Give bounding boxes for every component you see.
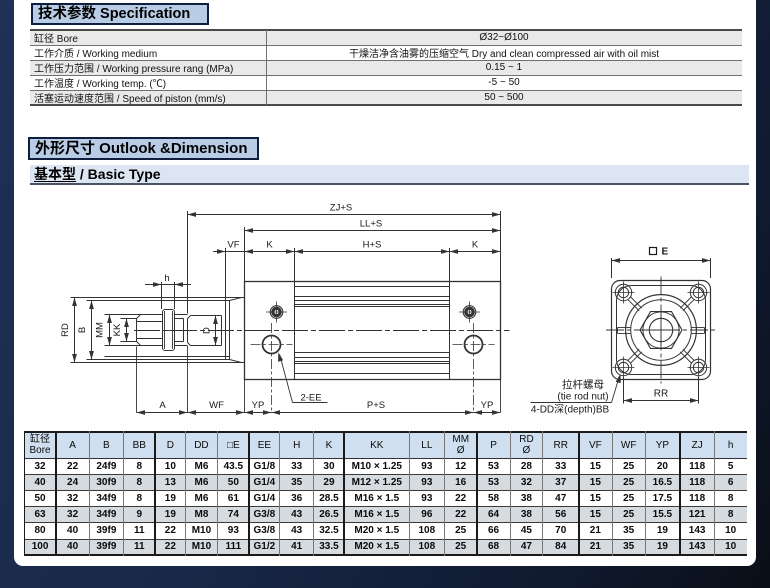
svg-text:MM: MM [95, 322, 106, 338]
svg-text:RD: RD [60, 323, 71, 337]
svg-text:拉杆螺母: 拉杆螺母 [562, 378, 604, 391]
svg-text:(tie rod nut): (tie rod nut) [557, 392, 608, 403]
svg-text:LL+S: LL+S [360, 219, 382, 230]
svg-text:K: K [472, 240, 479, 251]
svg-text:A: A [159, 400, 166, 411]
svg-text:KK: KK [112, 323, 123, 336]
svg-text:2-EE: 2-EE [300, 393, 321, 404]
svg-text:RR: RR [654, 389, 668, 400]
svg-text:E: E [662, 247, 669, 258]
svg-text:YP: YP [252, 400, 265, 411]
svg-text:ZJ+S: ZJ+S [330, 203, 352, 214]
svg-text:B: B [77, 327, 88, 333]
svg-text:h: h [164, 273, 169, 284]
svg-text:WF: WF [209, 400, 224, 411]
svg-text:H+S: H+S [363, 240, 382, 251]
svg-text:4-DD深(depth)BB: 4-DD深(depth)BB [531, 404, 610, 416]
svg-text:K: K [266, 240, 273, 251]
svg-text:P+S: P+S [367, 400, 385, 411]
svg-text:VF: VF [227, 240, 239, 251]
svg-text:YP: YP [481, 400, 494, 411]
